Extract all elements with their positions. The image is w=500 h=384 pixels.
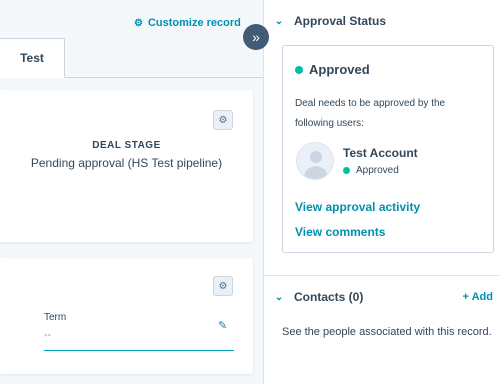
customize-record-label: Customize record (147, 17, 241, 29)
status-dot-icon (295, 65, 303, 74)
status-dot-icon (343, 167, 350, 174)
approval-description: Deal needs to be approved by the followi… (295, 98, 446, 129)
term-card: ⚙ Term -- ✎ (0, 258, 253, 374)
section-divider (264, 275, 500, 276)
term-label: Term (44, 312, 67, 323)
record-main-pane: ⚙ Customize record Test ⚙ DEAL STAGE Pen… (0, 0, 263, 384)
gear-icon: ⚙ (218, 114, 228, 126)
deal-stage-card: ⚙ DEAL STAGE Pending approval (HS Test p… (0, 90, 253, 242)
contacts-description: See the people associated with this reco… (282, 326, 492, 338)
card-settings-button[interactable]: ⚙ (213, 110, 233, 130)
tab-test[interactable]: Test (0, 38, 65, 78)
avatar (296, 142, 334, 180)
approval-status-card: Approved Deal needs to be approved by th… (282, 45, 494, 253)
gear-icon: ⚙ (218, 280, 228, 292)
record-tabs: Test (0, 38, 263, 78)
view-comments-link[interactable]: View comments (295, 225, 385, 239)
gear-icon: ⚙ (134, 17, 143, 29)
view-approval-activity-link[interactable]: View approval activity (295, 200, 420, 214)
contacts-title: Contacts (0) (294, 290, 364, 304)
chevron-down-icon: ⌄ (274, 291, 284, 303)
collapse-sidebar-button[interactable]: » (243, 24, 269, 50)
deal-stage-value[interactable]: Pending approval (HS Test pipeline) (0, 156, 253, 170)
record-sidebar: ⌄ Approval Status Approved Deal needs to… (263, 0, 500, 384)
approver-status-label: Approved (356, 165, 399, 176)
approver-status: Approved (343, 165, 399, 176)
contacts-header[interactable]: ⌄ Contacts (0) + Add (264, 290, 500, 304)
deal-stage-label: DEAL STAGE (92, 140, 161, 151)
pencil-icon[interactable]: ✎ (218, 319, 227, 332)
approval-status-label: Approved (309, 62, 370, 77)
term-field-underline (44, 350, 234, 351)
customize-record-link[interactable]: ⚙ Customize record (134, 17, 241, 29)
double-chevron-right-icon: » (252, 29, 260, 45)
card-settings-button[interactable]: ⚙ (213, 276, 233, 296)
approval-status-header[interactable]: ⌄ Approval Status (264, 14, 500, 28)
approver-name: Test Account (343, 146, 418, 160)
chevron-down-icon: ⌄ (274, 15, 284, 27)
term-field[interactable]: -- (44, 329, 51, 341)
approval-status: Approved (295, 62, 370, 77)
approval-status-title: Approval Status (294, 14, 387, 28)
add-contact-button[interactable]: + Add (463, 291, 493, 303)
